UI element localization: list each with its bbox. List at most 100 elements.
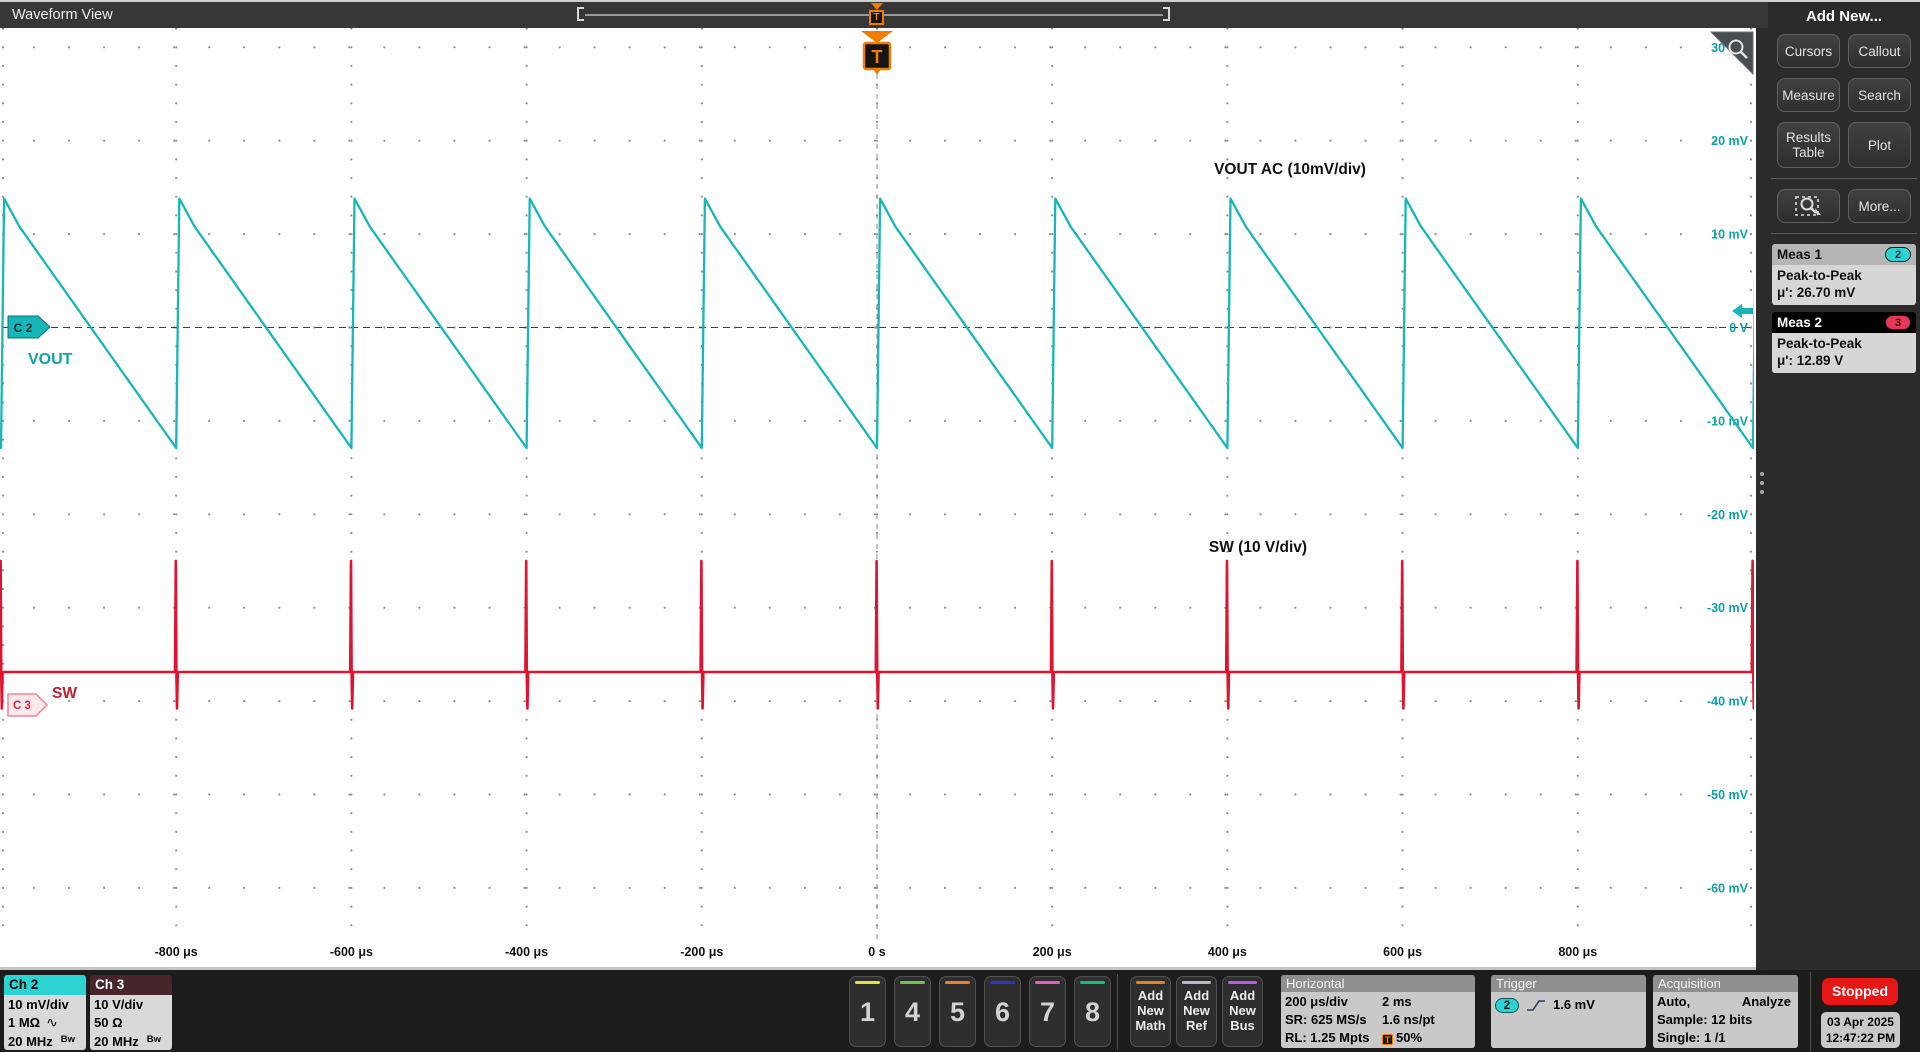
ch2-impedance: 1 MΩ∿ bbox=[8, 1014, 86, 1032]
vout-channel-name: VOUT bbox=[28, 351, 73, 368]
sample-interval: 1.6 ns/pt bbox=[1382, 1011, 1435, 1029]
sidebar-divider bbox=[1771, 178, 1917, 179]
y-axis-label: -50 mV bbox=[1707, 788, 1749, 802]
splitter-handle[interactable] bbox=[1760, 472, 1764, 476]
bandwidth-limit-icon: Bw bbox=[147, 1034, 161, 1045]
record-length: RL: 1.25 Mpts bbox=[1285, 1029, 1382, 1047]
trigger-flag[interactable]: T bbox=[861, 31, 893, 75]
meas2-header: Meas 2 3 bbox=[1772, 312, 1916, 333]
channel-2-settings: 10 mV/div 1 MΩ∿ 20 MHzBw bbox=[4, 995, 86, 1050]
channel-5-button[interactable]: 5 bbox=[939, 976, 976, 1047]
trigger-panel-body: 2 1.6 mV bbox=[1491, 992, 1646, 1014]
y-axis-label: 10 mV bbox=[1711, 228, 1748, 242]
ac-coupling-icon: ∿ bbox=[46, 1014, 58, 1030]
math-color-stripe bbox=[1136, 981, 1165, 984]
x-axis-label: -400 μs bbox=[505, 945, 548, 959]
ch7-color-stripe bbox=[1035, 981, 1060, 984]
ch2-zero-arrow-icon[interactable] bbox=[1732, 304, 1753, 318]
horizontal-span: 2 ms bbox=[1382, 993, 1412, 1011]
meas1-name: Meas 1 bbox=[1777, 247, 1822, 262]
x-axis-label: -200 μs bbox=[680, 945, 723, 959]
y-axis-label: -20 mV bbox=[1707, 508, 1749, 522]
x-axis-label: 0 s bbox=[868, 945, 885, 959]
add-search-button[interactable]: Search bbox=[1848, 78, 1911, 112]
x-axis-label: -800 μs bbox=[155, 945, 198, 959]
bottom-divider bbox=[1117, 974, 1118, 1050]
x-axis-label: 600 μs bbox=[1383, 945, 1422, 959]
y-axis-label: -30 mV bbox=[1707, 601, 1749, 615]
run-stop-status-button[interactable]: Stopped bbox=[1822, 978, 1898, 1005]
minimap-left-bracket-icon[interactable] bbox=[577, 7, 584, 21]
trigger-panel[interactable]: Trigger 2 1.6 mV bbox=[1491, 975, 1646, 1048]
x-axis-label: 400 μs bbox=[1208, 945, 1247, 959]
meas2-value: μ': 12.89 V bbox=[1777, 352, 1911, 369]
channel-3-header: Ch 3 bbox=[90, 975, 172, 995]
more-button[interactable]: More... bbox=[1848, 189, 1911, 223]
acquisition-single: Single: 1 /1 bbox=[1657, 1029, 1794, 1047]
waveform-view-panel: Waveform View T 30 mV20 mV10 mV0 V-10 mV… bbox=[0, 2, 1768, 970]
trigger-level: 1.6 mV bbox=[1553, 996, 1595, 1014]
trigger-position-icon: T bbox=[1382, 1034, 1393, 1045]
minimap-trigger-marker[interactable]: T bbox=[869, 3, 885, 27]
meas1-source-badge: 2 bbox=[1885, 247, 1911, 262]
measurement-card-meas2[interactable]: Meas 2 3 Peak-to-Peak μ': 12.89 V bbox=[1772, 312, 1916, 373]
vout-trace-label: VOUT AC (10mV/div) bbox=[1214, 161, 1366, 178]
ch3-impedance: 50 Ω bbox=[94, 1014, 172, 1032]
ch2-position-flag[interactable]: C 2 VOUT bbox=[8, 316, 73, 368]
y-axis-labels: 30 mV20 mV10 mV0 V-10 mV-20 mV-30 mV-40 … bbox=[1707, 41, 1749, 896]
channel-3-badge[interactable]: Ch 3 10 V/div 50 Ω 20 MHzBw bbox=[90, 975, 172, 1050]
sidebar-button-grid: Cursors Callout Measure Search Results T… bbox=[1768, 34, 1920, 168]
acquisition-panel[interactable]: Acquisition Auto,Analyze Sample: 12 bits… bbox=[1653, 975, 1798, 1048]
channel-4-button[interactable]: 4 bbox=[894, 976, 931, 1047]
add-new-math-button[interactable]: Add New Math bbox=[1130, 976, 1171, 1047]
channel-3-settings: 10 V/div 50 Ω 20 MHzBw bbox=[90, 995, 172, 1050]
trigger-source-badge: 2 bbox=[1495, 998, 1519, 1013]
zoom-selection-icon bbox=[1793, 193, 1825, 219]
acquisition-panel-body: Auto,Analyze Sample: 12 bits Single: 1 /… bbox=[1653, 992, 1798, 1047]
date-label: 03 Apr 2025 bbox=[1821, 1014, 1900, 1030]
minimap-right-bracket-icon[interactable] bbox=[1163, 7, 1170, 21]
ch3-bandwidth: 20 MHzBw bbox=[94, 1031, 172, 1050]
channel-6-button[interactable]: 6 bbox=[984, 976, 1021, 1047]
ref-color-stripe bbox=[1182, 981, 1211, 984]
ch3-position-flag[interactable]: C 3SW bbox=[8, 685, 77, 716]
horizontal-panel[interactable]: Horizontal 200 μs/div2 ms SR: 625 MS/s1.… bbox=[1281, 975, 1475, 1048]
sidebar-divider bbox=[1771, 233, 1917, 234]
x-axis-label: 800 μs bbox=[1558, 945, 1597, 959]
svg-text:C 3: C 3 bbox=[13, 700, 31, 712]
svg-text:T: T bbox=[872, 47, 883, 67]
sidebar-add-new: Add New... Cursors Callout Measure Searc… bbox=[1768, 2, 1920, 970]
datetime-badge: 03 Apr 2025 12:47:22 PM bbox=[1821, 1012, 1900, 1048]
rising-edge-icon bbox=[1526, 998, 1546, 1013]
channel-2-badge[interactable]: Ch 2 10 mV/div 1 MΩ∿ 20 MHzBw bbox=[4, 975, 86, 1050]
svg-text:C 2: C 2 bbox=[14, 321, 33, 335]
horizontal-panel-title: Horizontal bbox=[1281, 975, 1475, 992]
meas2-name: Meas 2 bbox=[1777, 315, 1822, 330]
meas1-kind: Peak-to-Peak bbox=[1777, 267, 1911, 284]
channel-8-button[interactable]: 8 bbox=[1074, 976, 1111, 1047]
time-label: 12:47:22 PM bbox=[1821, 1030, 1900, 1046]
window-title: Waveform View bbox=[12, 2, 113, 28]
add-new-bus-button[interactable]: Add New Bus bbox=[1222, 976, 1263, 1047]
channel-2-header: Ch 2 bbox=[4, 975, 86, 995]
channel-1-button[interactable]: 1 bbox=[849, 976, 886, 1047]
measurement-card-meas1[interactable]: Meas 1 2 Peak-to-Peak μ': 26.70 mV bbox=[1772, 244, 1916, 305]
add-measure-button[interactable]: Measure bbox=[1777, 78, 1840, 112]
trigger-position-percent: 50% bbox=[1396, 1030, 1422, 1045]
reference-lines bbox=[3, 74, 1752, 940]
sample-rate: SR: 625 MS/s bbox=[1285, 1011, 1382, 1029]
add-results-table-button[interactable]: Results Table bbox=[1777, 122, 1840, 168]
horizontal-scale: 200 μs/div bbox=[1285, 993, 1382, 1011]
add-callout-button[interactable]: Callout bbox=[1848, 34, 1911, 68]
bottom-divider bbox=[1810, 972, 1811, 1052]
ch2-bandwidth: 20 MHzBw bbox=[8, 1031, 86, 1050]
add-plot-button[interactable]: Plot bbox=[1848, 122, 1911, 168]
channel-7-button[interactable]: 7 bbox=[1029, 976, 1066, 1047]
zoom-selection-button[interactable] bbox=[1777, 189, 1840, 223]
x-axis-label: 200 μs bbox=[1033, 945, 1072, 959]
y-axis-label: -40 mV bbox=[1707, 695, 1749, 709]
add-cursors-button[interactable]: Cursors bbox=[1777, 34, 1840, 68]
add-new-ref-button[interactable]: Add New Ref bbox=[1176, 976, 1217, 1047]
ch8-color-stripe bbox=[1080, 981, 1105, 984]
waveform-plot[interactable]: 30 mV20 mV10 mV0 V-10 mV-20 mV-30 mV-40 … bbox=[0, 28, 1754, 968]
